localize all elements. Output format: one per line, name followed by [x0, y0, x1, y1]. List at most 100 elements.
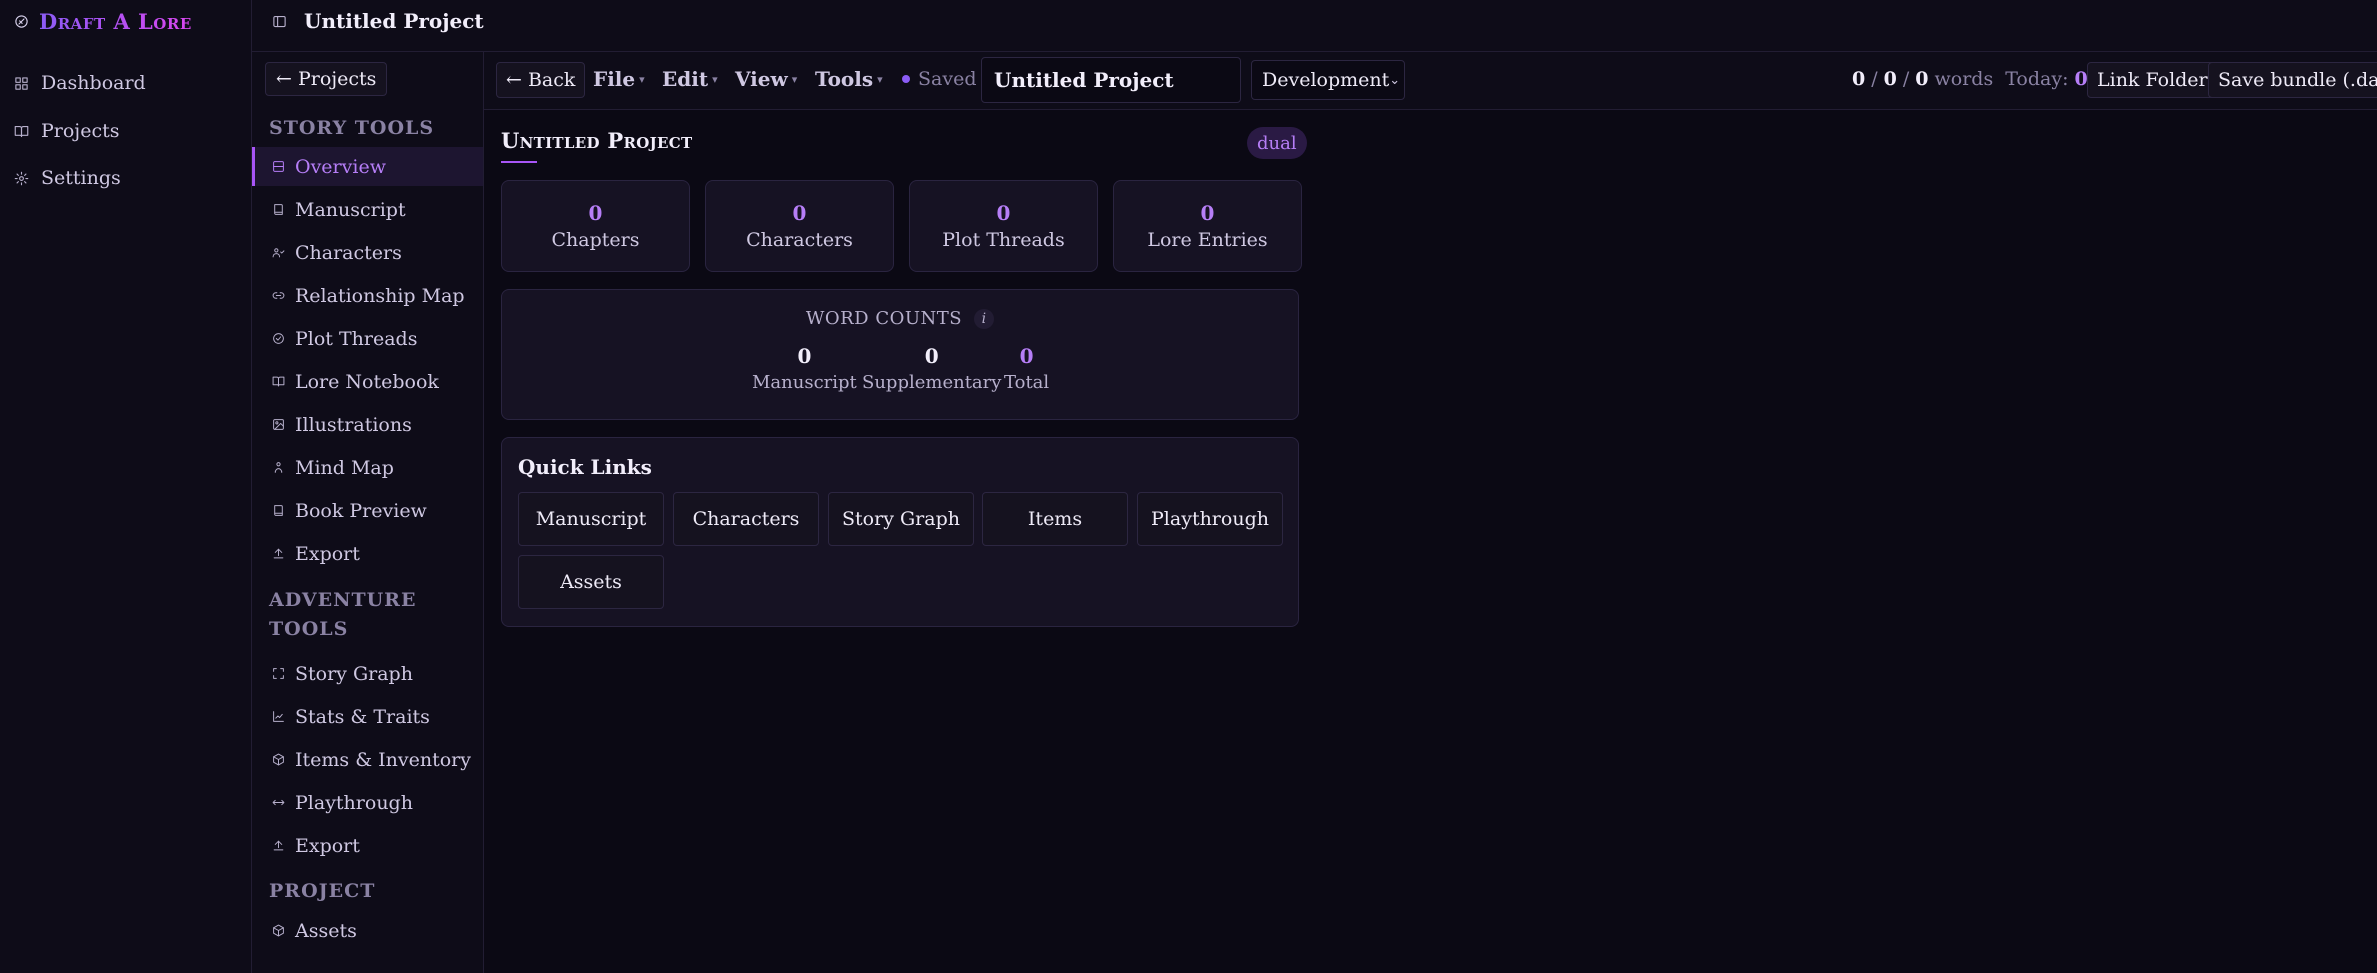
project-title-input[interactable] — [981, 57, 1241, 103]
quick-link-assets[interactable]: Assets — [518, 555, 664, 609]
brand-name: Draft A Lore — [39, 8, 192, 34]
word-unit: words — [1934, 68, 1994, 90]
quick-link-playthrough[interactable]: Playthrough — [1137, 492, 1283, 546]
rail-item-projects[interactable]: Projects — [14, 117, 119, 145]
saved-label: Saved — [918, 68, 977, 90]
quick-link-manuscript[interactable]: Manuscript — [518, 492, 664, 546]
tool-item-overview[interactable]: Overview — [252, 147, 483, 186]
chevron-down-icon: ▾ — [877, 72, 883, 86]
word-count-label: Supplementary — [862, 372, 1002, 393]
stat-value: 0 — [1200, 201, 1215, 225]
word-count-value: 0 — [797, 344, 812, 368]
book-open-icon — [14, 124, 29, 139]
mode-select[interactable]: Development ⌄ — [1251, 60, 1405, 100]
package-icon — [272, 753, 285, 766]
quill-icon — [14, 14, 29, 29]
projects-button[interactable]: ← Projects — [265, 62, 388, 96]
upload-icon — [272, 839, 285, 852]
today-value: 0 — [2074, 68, 2088, 90]
tool-item-export-adventure[interactable]: Export — [252, 826, 483, 865]
quick-link-characters[interactable]: Characters — [673, 492, 819, 546]
menu-file[interactable]: File ▾ — [593, 67, 645, 91]
title-underline — [501, 161, 537, 163]
quick-link-items[interactable]: Items — [982, 492, 1128, 546]
menu-label: File — [593, 67, 636, 91]
tool-item-lore-notebook[interactable]: Lore Notebook — [252, 362, 483, 401]
book-open-icon — [272, 375, 285, 388]
grid-icon — [14, 76, 29, 91]
app-rail: Draft A Lore Dashboard Projects Settings — [0, 0, 252, 973]
chevron-down-icon: ▾ — [712, 72, 718, 86]
chevron-down-icon: ▾ — [639, 72, 645, 86]
tool-item-items-inventory[interactable]: Items & Inventory — [252, 740, 483, 779]
stat-label: Characters — [746, 229, 853, 251]
today-label: Today: — [2005, 68, 2069, 90]
section-label-adventure-tools: ADVENTURE TOOLS — [269, 589, 417, 640]
tool-item-label: Overview — [295, 155, 386, 178]
word-sep: / — [1871, 68, 1878, 90]
rail-item-label: Settings — [41, 167, 121, 189]
back-button[interactable]: ← Back — [496, 62, 586, 98]
tool-item-illustrations[interactable]: Illustrations — [252, 405, 483, 444]
tool-item-label: Playthrough — [295, 791, 413, 814]
sidebar-toggle-icon[interactable] — [272, 14, 287, 29]
brand[interactable]: Draft A Lore — [14, 8, 192, 34]
link-folder-button[interactable]: Link Folder — [2087, 62, 2218, 98]
tool-item-label: Manuscript — [295, 198, 406, 221]
save-bundle-button[interactable]: Save bundle (.dalz) — [2208, 62, 2377, 98]
menu-label: Edit — [662, 67, 709, 91]
menu-tools[interactable]: Tools ▾ — [815, 67, 883, 91]
tool-item-label: Illustrations — [295, 413, 412, 436]
project-toolbar: ← Back File▾ Edit▾ View▾ Tools▾ Saved De… — [484, 52, 2377, 110]
tool-item-characters[interactable]: Characters — [252, 233, 483, 272]
person-icon — [272, 461, 285, 474]
menu-view[interactable]: View ▾ — [735, 67, 797, 91]
tools-sidebar: ← Projects STORY TOOLS Overview Manuscri… — [252, 52, 484, 973]
tool-item-assets[interactable]: Assets — [252, 911, 483, 950]
rail-item-dashboard[interactable]: Dashboard — [14, 69, 146, 97]
tool-item-playthrough[interactable]: Playthrough — [252, 783, 483, 822]
stat-card-characters: 0 Characters — [705, 180, 894, 272]
menu-edit[interactable]: Edit ▾ — [662, 67, 718, 91]
word-sep: / — [1902, 68, 1910, 90]
image-icon — [272, 418, 285, 431]
stat-card-chapters: 0 Chapters — [501, 180, 690, 272]
rail-item-settings[interactable]: Settings — [14, 164, 121, 192]
stat-card-lore-entries: 0 Lore Entries — [1113, 180, 1302, 272]
word-count-label: Total — [1004, 372, 1050, 393]
word-stats: 0 / 0 / 0 words Today: 0 — [1852, 68, 2105, 90]
tool-item-label: Plot Threads — [295, 327, 418, 350]
chevron-down-icon: ▾ — [791, 72, 798, 86]
quick-links-card: Quick Links Manuscript Characters Story … — [501, 437, 1299, 627]
tool-item-relationship-map[interactable]: Relationship Map — [252, 276, 483, 315]
quick-links-title: Quick Links — [518, 455, 652, 479]
tool-item-mind-map[interactable]: Mind Map — [252, 448, 483, 487]
tool-item-export[interactable]: Export — [252, 534, 483, 573]
save-status: Saved — [902, 68, 976, 90]
word-counts-title: WORD COUNTS — [805, 308, 963, 329]
word-count-total: 0 Total — [1004, 344, 1049, 393]
word-count-supplementary: 0 Supplementary — [862, 344, 1001, 393]
tool-item-plot-threads[interactable]: Plot Threads — [252, 319, 483, 358]
word-count-label: Manuscript — [752, 372, 857, 393]
tool-item-label: Story Graph — [295, 662, 413, 685]
stat-label: Chapters — [551, 229, 640, 251]
tool-item-label: Assets — [295, 919, 357, 942]
tool-item-label: Export — [295, 542, 360, 565]
check-circle-icon — [272, 332, 285, 345]
quick-link-story-graph[interactable]: Story Graph — [828, 492, 974, 546]
tool-item-manuscript[interactable]: Manuscript — [252, 190, 483, 229]
tool-item-book-preview[interactable]: Book Preview — [252, 491, 483, 530]
word-count-manuscript: 0 Manuscript — [752, 344, 857, 393]
users-icon — [272, 246, 285, 259]
mode-select-value: Development — [1262, 69, 1390, 91]
stat-label: Lore Entries — [1147, 229, 1268, 251]
stat-value: 0 — [792, 201, 807, 225]
info-icon[interactable]: i — [974, 308, 995, 329]
word-count-a: 0 — [1852, 68, 1866, 90]
tool-item-story-graph[interactable]: Story Graph — [252, 654, 483, 693]
overview-title: Untitled Project — [501, 128, 693, 153]
chart-icon — [272, 710, 285, 723]
tool-item-stats-traits[interactable]: Stats & Traits — [252, 697, 483, 736]
page-title: Untitled Project — [304, 9, 484, 33]
